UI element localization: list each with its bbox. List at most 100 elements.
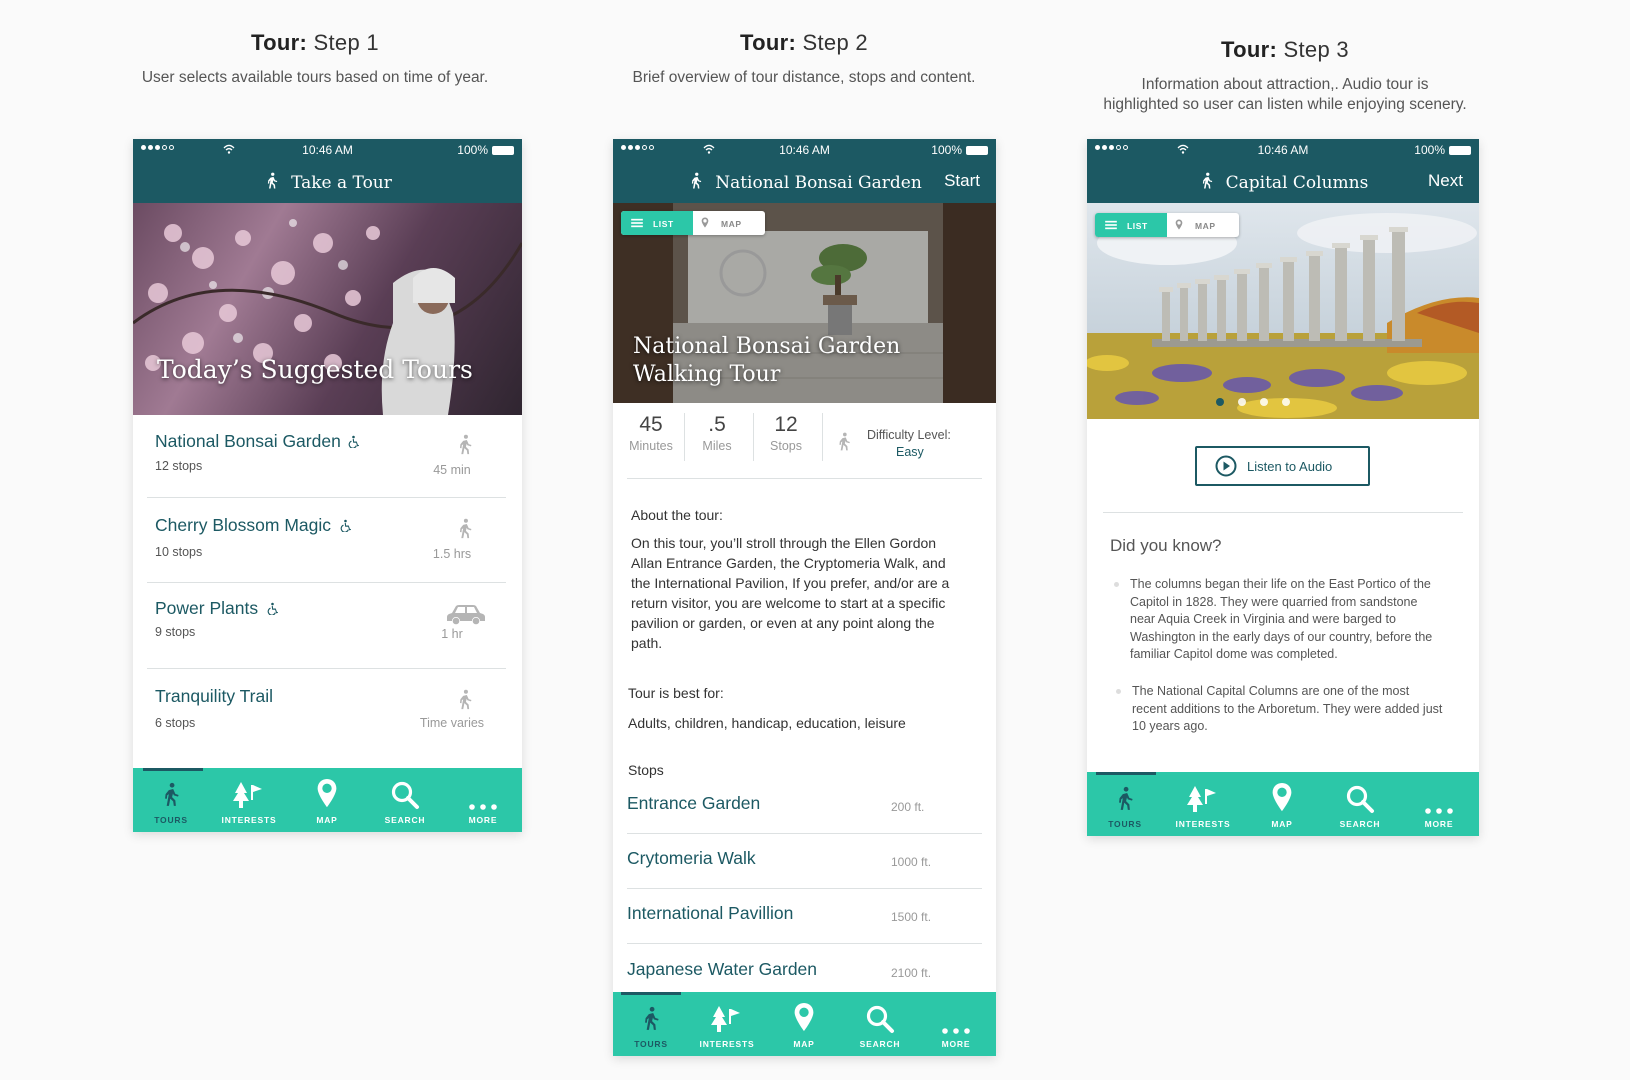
- fact-bullet: The National Capital Columns are one of …: [1116, 683, 1472, 736]
- tour-stops: 6 stops: [155, 716, 196, 730]
- stat-minutes: 45 Minutes: [629, 413, 673, 453]
- nav-bar: Take a Tour: [133, 161, 522, 203]
- stop-item[interactable]: Crytomeria Walk 1000 ft.: [627, 834, 982, 889]
- next-button[interactable]: Next: [1428, 171, 1463, 191]
- battery: 100%: [457, 143, 514, 157]
- tab-search[interactable]: SEARCH: [367, 768, 443, 832]
- tab-bar: TOURS INTERESTS MAP SEARCH MORE: [613, 992, 996, 1056]
- stat-miles: .5 Miles: [702, 413, 732, 453]
- tab-search[interactable]: SEARCH: [842, 992, 918, 1056]
- step3-description: Information about attraction,. Audio tou…: [1103, 76, 1467, 113]
- map-pin-icon: [701, 217, 709, 228]
- divider: [1103, 512, 1463, 513]
- hero-image-bonsai-garden: LIST MAP National Bonsai Garden Walking T…: [613, 203, 996, 403]
- stop-item[interactable]: International Pavillion 1500 ft.: [627, 889, 982, 944]
- tab-interests[interactable]: INTERESTS: [211, 768, 287, 832]
- tab-more[interactable]: MORE: [445, 768, 521, 832]
- battery: 100%: [931, 143, 988, 157]
- best-for-text: Adults, children, handicap, education, l…: [628, 715, 906, 731]
- walking-icon: [454, 431, 476, 459]
- walking-icon: [834, 429, 854, 455]
- tab-interests[interactable]: INTERESTS: [1165, 772, 1241, 836]
- tour-item[interactable]: Cherry Blossom Magic 10 stops 1.5 hrs: [147, 515, 506, 583]
- nav-bar: National Bonsai Garden Start: [613, 161, 996, 203]
- walking-icon: [1112, 784, 1138, 814]
- tab-more[interactable]: MORE: [918, 992, 994, 1056]
- hero-title: National Bonsai Garden Walking Tour: [633, 334, 901, 387]
- stop-item[interactable]: Entrance Garden 200 ft.: [627, 779, 982, 834]
- walking-icon: [454, 686, 476, 714]
- hero-title: Today’s Suggested Tours: [157, 355, 473, 384]
- tab-interests[interactable]: INTERESTS: [689, 992, 765, 1056]
- phone-step3: 10:46 AM 100% Capital Columns Next LIST …: [1087, 139, 1479, 836]
- tab-tours[interactable]: TOURS: [1087, 772, 1163, 836]
- walking-icon: [263, 171, 281, 191]
- tab-search[interactable]: SEARCH: [1322, 772, 1398, 836]
- nav-title: Take a Tour: [133, 171, 522, 193]
- difficulty-label: Difficulty Level:: [867, 428, 951, 442]
- walking-icon: [454, 515, 476, 543]
- about-text: On this tour, you’ll stroll through the …: [631, 535, 950, 651]
- list-toggle-button[interactable]: LIST: [621, 211, 693, 235]
- tour-duration: 1.5 hrs: [432, 547, 472, 561]
- phone-step1: 10:46 AM 100% Take a Tour Today’s Sugges…: [133, 139, 522, 832]
- map-toggle-button[interactable]: MAP: [1167, 213, 1239, 237]
- about-heading: About the tour:: [631, 507, 723, 523]
- list-map-toggle: LIST MAP: [621, 211, 765, 235]
- search-icon: [1345, 784, 1375, 814]
- walking-icon: [687, 171, 705, 191]
- tab-tours[interactable]: TOURS: [133, 768, 209, 832]
- did-you-know-heading: Did you know?: [1110, 536, 1222, 555]
- tour-item[interactable]: Tranquility Trail 6 stops Time varies: [147, 686, 506, 756]
- search-icon: [865, 1004, 895, 1034]
- carousel-dot[interactable]: [1216, 398, 1224, 406]
- list-toggle-button[interactable]: LIST: [1095, 213, 1167, 237]
- nav-title: Capital Columns: [1087, 171, 1479, 193]
- play-icon: [1215, 455, 1237, 477]
- best-for-heading: Tour is best for:: [628, 685, 724, 701]
- start-button[interactable]: Start: [944, 171, 980, 191]
- step3-title: Tour: Step 3: [1221, 37, 1349, 62]
- step2-description: Brief overview of tour distance, stops a…: [632, 69, 976, 86]
- step2-title: Tour: Step 2: [740, 30, 868, 55]
- stop-item[interactable]: Japanese Water Garden 2100 ft.: [627, 944, 982, 999]
- tab-map[interactable]: MAP: [1244, 772, 1320, 836]
- step2-heading: Tour: Step 2 Brief overview of tour dist…: [598, 30, 1010, 88]
- tab-map[interactable]: MAP: [289, 768, 365, 832]
- map-pin-icon: [1270, 782, 1294, 812]
- carousel-dot[interactable]: [1260, 398, 1268, 406]
- list-map-toggle: LIST MAP: [1095, 213, 1239, 237]
- carousel-dots[interactable]: [1087, 393, 1479, 411]
- search-icon: [390, 780, 420, 810]
- listen-audio-button[interactable]: Listen to Audio: [1195, 446, 1370, 486]
- battery-icon: [1449, 145, 1471, 155]
- tab-bar: TOURS INTERESTS MAP SEARCH MORE: [1087, 772, 1479, 836]
- tab-map[interactable]: MAP: [766, 992, 842, 1056]
- step1-heading: Tour: Step 1 User selects available tour…: [115, 30, 515, 88]
- tour-name: National Bonsai Garden: [155, 431, 360, 452]
- tour-name: Power Plants: [155, 598, 279, 619]
- tab-bar: TOURS INTERESTS MAP SEARCH MORE: [133, 768, 522, 832]
- nav-title: National Bonsai Garden: [613, 171, 996, 193]
- carousel-dot[interactable]: [1282, 398, 1290, 406]
- map-toggle-button[interactable]: MAP: [693, 211, 765, 235]
- difficulty-value: Easy: [896, 445, 924, 459]
- wheelchair-icon: [339, 519, 352, 532]
- tour-item[interactable]: Power Plants 9 stops 1 hr: [147, 598, 506, 669]
- walking-icon: [1198, 171, 1216, 191]
- phone-step2: 10:46 AM 100% National Bonsai Garden Sta…: [613, 139, 996, 1056]
- nav-bar: Capital Columns Next: [1087, 161, 1479, 203]
- tree-flag-icon: [231, 780, 265, 810]
- battery: 100%: [1414, 143, 1471, 157]
- step1-description: User selects available tours based on ti…: [141, 69, 489, 86]
- tab-tours[interactable]: TOURS: [613, 992, 689, 1056]
- tour-duration: Time varies: [419, 716, 485, 730]
- map-pin-icon: [315, 778, 339, 808]
- tour-item[interactable]: National Bonsai Garden 12 stops 45 min: [147, 431, 506, 498]
- tour-stops: 10 stops: [155, 545, 203, 559]
- fact-bullet: The columns began their life on the East…: [1114, 576, 1470, 664]
- carousel-dot[interactable]: [1238, 398, 1246, 406]
- tree-flag-icon: [709, 1004, 743, 1034]
- tab-more[interactable]: MORE: [1401, 772, 1477, 836]
- tour-name: Tranquility Trail: [155, 686, 273, 706]
